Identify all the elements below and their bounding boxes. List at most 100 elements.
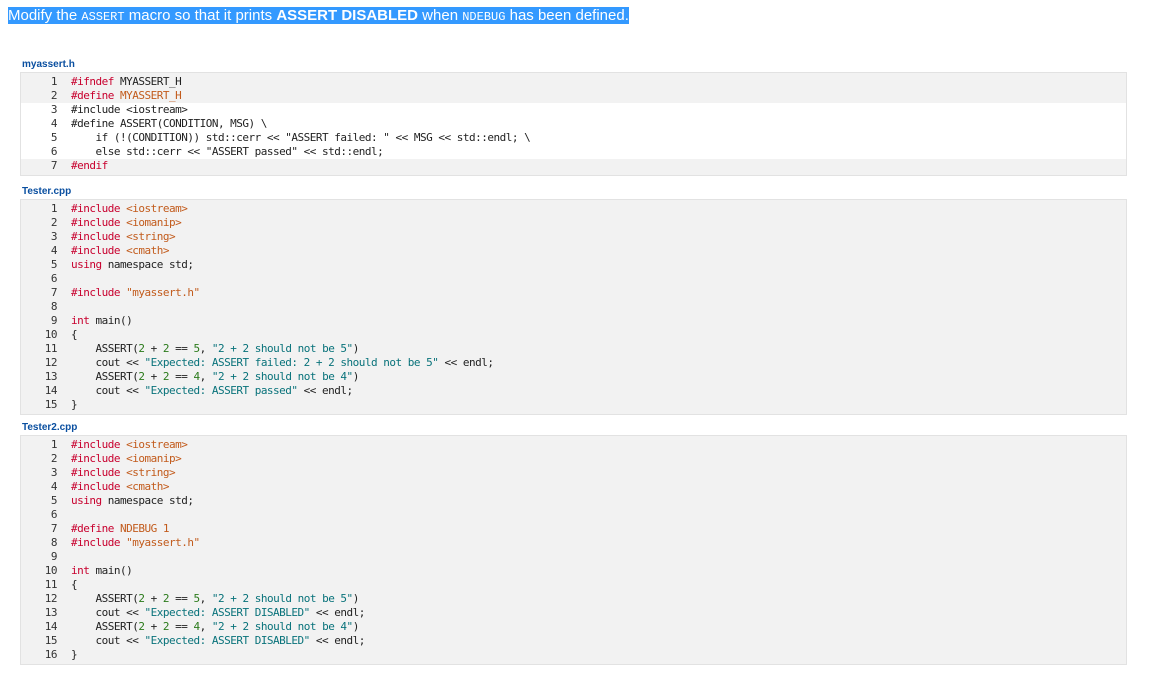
- code-token: ASSERT(: [71, 620, 139, 633]
- code-token: #include: [71, 452, 127, 465]
- code-editor[interactable]: 1 #include <iostream> 2 #include <iomanip> 3…: [20, 435, 1127, 665]
- code-line: 6: [21, 272, 1126, 286]
- code-token: ,: [199, 592, 212, 605]
- prompt-code-assert: ASSERT: [81, 10, 125, 24]
- code-token: ): [352, 592, 360, 605]
- code-token: {: [71, 328, 78, 341]
- code-text: ASSERT(2 + 2 == 4, "2 + 2 should not be …: [57, 620, 359, 634]
- code-token: main(): [95, 564, 133, 577]
- task-prompt: Modify the ASSERT macro so that it print…: [8, 7, 632, 26]
- code-token: cout <<: [71, 356, 145, 369]
- code-line: 1 #ifndef MYASSERT_H: [21, 75, 1126, 89]
- code-text: ASSERT(2 + 2 == 5, "2 + 2 should not be …: [57, 342, 359, 356]
- code-line: 3 #include <string>: [21, 466, 1126, 480]
- line-number: 15: [44, 398, 58, 411]
- line-number: 11: [44, 342, 58, 355]
- code-text: #define MYASSERT_H: [57, 89, 182, 103]
- code-token: ): [352, 342, 360, 355]
- file-title: Tester2.cpp: [22, 422, 78, 433]
- code-line: 5 using namespace std;: [21, 494, 1126, 508]
- code-text: }: [57, 398, 78, 412]
- code-text: #include <iostream>: [57, 202, 188, 216]
- code-token: << endl;: [297, 384, 354, 397]
- code-token: "2 + 2 should not be 5": [211, 342, 353, 355]
- code-token: int: [71, 314, 96, 327]
- code-token: <string>: [126, 466, 176, 479]
- code-text: int main(): [57, 564, 133, 578]
- code-text: cout << "Expected: ASSERT passed" << end…: [57, 384, 353, 398]
- code-text: if (!(CONDITION)) std::cerr << "ASSERT f…: [57, 131, 530, 145]
- code-token: #define: [71, 89, 120, 102]
- prompt-part: has been defined.: [505, 7, 629, 24]
- code-token: if (!(CONDITION)) std::cerr << "ASSERT f…: [71, 131, 531, 144]
- code-text: #ifndef MYASSERT_H: [57, 75, 182, 89]
- code-token: "2 + 2 should not be 5": [211, 592, 353, 605]
- prompt-part: macro so that it prints: [124, 7, 277, 24]
- code-text: cout << "Expected: ASSERT DISABLED" << e…: [57, 634, 365, 648]
- code-token: MYASSERT_H: [119, 75, 182, 88]
- prompt-part: when: [418, 7, 463, 24]
- code-token: }: [71, 398, 78, 411]
- code-token: #include: [71, 536, 127, 549]
- line-number: 3: [50, 103, 58, 116]
- code-token: cout <<: [71, 384, 145, 397]
- code-token: ): [352, 620, 360, 633]
- code-token: +: [144, 370, 163, 383]
- code-token: "Expected: ASSERT DISABLED": [144, 606, 310, 619]
- code-token: MYASSERT_H: [119, 89, 182, 102]
- code-line: 9: [21, 550, 1126, 564]
- code-line: 14 cout << "Expected: ASSERT passed" << …: [21, 384, 1126, 398]
- code-editor[interactable]: 1 #include <iostream> 2 #include <iomanip> 3…: [20, 199, 1127, 415]
- code-line: 2 #include <iomanip>: [21, 452, 1126, 466]
- code-line: 3 #include <string>: [21, 230, 1126, 244]
- code-token: #include: [71, 480, 127, 493]
- code-line: 2 #define MYASSERT_H: [21, 89, 1126, 103]
- line-number: 9: [50, 314, 58, 327]
- line-number: 5: [50, 494, 58, 507]
- code-token: using: [71, 258, 108, 271]
- code-line: 4 #define ASSERT(CONDITION, MSG) \: [21, 117, 1126, 131]
- line-number: 13: [44, 370, 58, 383]
- code-token: "2 + 2 should not be 4": [211, 370, 353, 383]
- code-token: ASSERT(: [71, 370, 139, 383]
- line-number: 12: [44, 592, 58, 605]
- code-token: {: [71, 578, 78, 591]
- code-line: 5 using namespace std;: [21, 258, 1126, 272]
- line-number: 12: [44, 356, 58, 369]
- code-line: 13 ASSERT(2 + 2 == 4, "2 + 2 should not …: [21, 370, 1126, 384]
- code-token: <iomanip>: [126, 216, 182, 229]
- code-line: 3 #include <iostream>: [21, 103, 1126, 117]
- code-text: #include <string>: [57, 466, 176, 480]
- code-token: << endl;: [309, 634, 366, 647]
- code-token: #define: [71, 522, 120, 535]
- code-token: else std::cerr << "ASSERT passed" << std…: [71, 145, 384, 158]
- line-number: 10: [44, 328, 58, 341]
- code-text: using namespace std;: [57, 258, 194, 272]
- code-token: <string>: [126, 230, 176, 243]
- line-number: 6: [50, 508, 58, 521]
- code-line: 5 if (!(CONDITION)) std::cerr << "ASSERT…: [21, 131, 1126, 145]
- code-token: <iomanip>: [126, 452, 182, 465]
- code-line: 7 #include "myassert.h": [21, 286, 1126, 300]
- code-token: #include: [71, 286, 127, 299]
- code-token: int: [71, 564, 96, 577]
- prompt-text: Modify the ASSERT macro so that it print…: [8, 7, 629, 24]
- code-token: namespace std;: [107, 258, 194, 271]
- code-text: #include <string>: [57, 230, 176, 244]
- code-token: +: [144, 620, 163, 633]
- code-line: 1 #include <iostream>: [21, 202, 1126, 216]
- line-number: 16: [44, 648, 58, 661]
- code-line: 6 else std::cerr << "ASSERT passed" << s…: [21, 145, 1126, 159]
- code-token: #ifndef: [71, 75, 120, 88]
- code-token: "myassert.h": [126, 286, 200, 299]
- line-number: 6: [50, 272, 58, 285]
- code-text: #define NDEBUG 1: [57, 522, 169, 536]
- code-editor[interactable]: 1 #ifndef MYASSERT_H 2 #define MYASSERT_H 3 #…: [20, 72, 1127, 176]
- file-block-tester: Tester.cpp 1 #include <iostream> 2 #include…: [20, 185, 1127, 415]
- code-line: 6: [21, 508, 1126, 522]
- code-token: #define ASSERT(CONDITION, MSG) \: [71, 117, 267, 130]
- code-line: 14 ASSERT(2 + 2 == 4, "2 + 2 should not …: [21, 620, 1126, 634]
